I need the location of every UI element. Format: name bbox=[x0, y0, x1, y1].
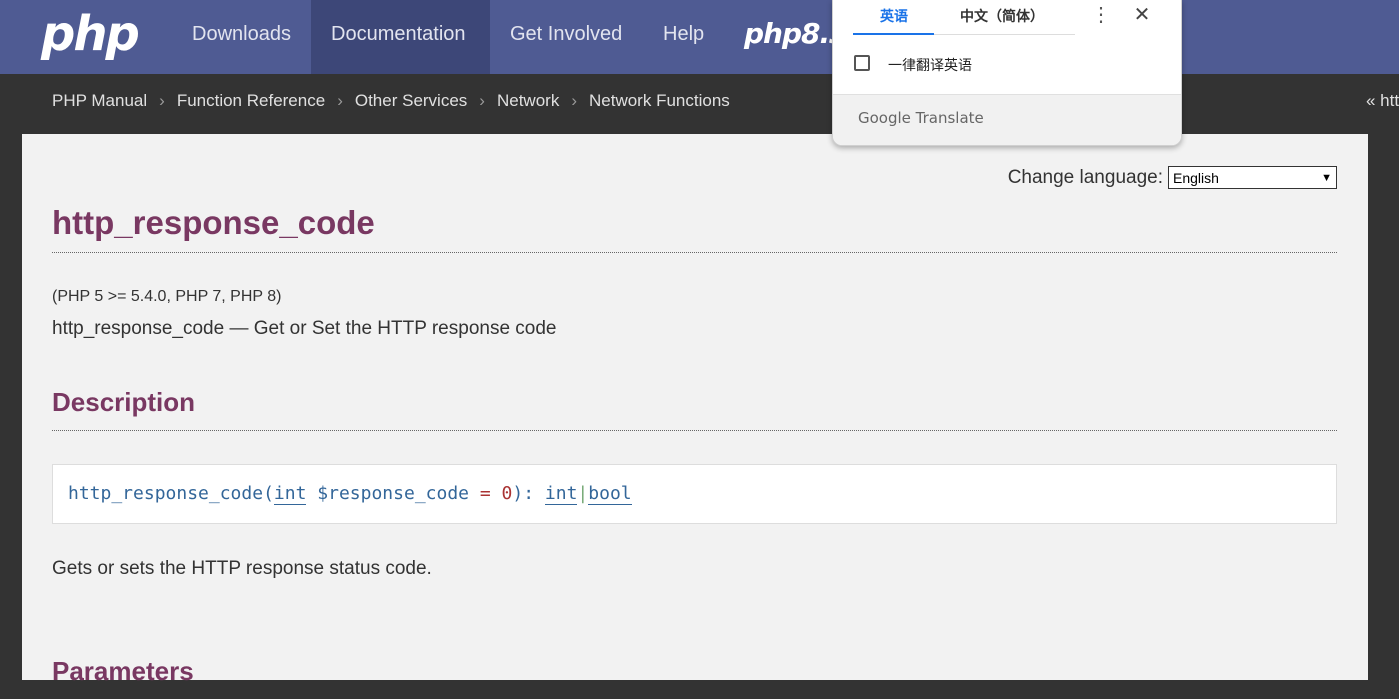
chevron-down-icon: ▼ bbox=[1321, 171, 1332, 184]
description-heading: Description bbox=[52, 387, 1337, 431]
always-translate-checkbox[interactable] bbox=[854, 55, 870, 71]
main-content: Change language: English ▼ http_response… bbox=[22, 134, 1368, 686]
breadcrumb: PHP Manual › Function Reference › Other Serv… bbox=[52, 91, 730, 111]
breadcrumb-separator: › bbox=[159, 91, 165, 110]
active-tab-underline bbox=[853, 33, 934, 35]
signature-param-name: $response_code bbox=[317, 483, 469, 504]
tab-divider bbox=[934, 34, 1075, 35]
translate-tab-target[interactable]: 中文（简体） bbox=[960, 6, 1044, 26]
signature-function-name: http_response_code bbox=[68, 483, 264, 504]
always-translate-label: 一律翻译英语 bbox=[888, 58, 972, 74]
breadcrumb-separator: › bbox=[337, 91, 343, 110]
breadcrumb-other-services[interactable]: Other Services bbox=[355, 91, 467, 110]
language-selector-row: Change language: English ▼ bbox=[1008, 166, 1337, 189]
breadcrumb-function-reference[interactable]: Function Reference bbox=[177, 91, 325, 110]
top-navigation: php Downloads Documentation Get Involved… bbox=[0, 0, 1399, 74]
signature-paren-close: ): bbox=[512, 483, 535, 504]
signature-return-type-bool[interactable]: bool bbox=[588, 483, 632, 505]
ref-purpose: http_response_code — Get or Set the HTTP… bbox=[52, 318, 557, 339]
breadcrumb-separator: › bbox=[571, 91, 577, 110]
prev-page-link[interactable]: « htt bbox=[1366, 91, 1399, 111]
signature-equals: = bbox=[479, 483, 491, 504]
signature-paren-open: ( bbox=[263, 483, 274, 504]
language-select[interactable]: English ▼ bbox=[1168, 166, 1337, 189]
signature-param-type[interactable]: int bbox=[273, 483, 307, 505]
close-icon[interactable]: ✕ bbox=[1132, 3, 1152, 27]
change-language-label: Change language: bbox=[1007, 166, 1163, 188]
breadcrumb-bar: PHP Manual › Function Reference › Other Serv… bbox=[0, 74, 1399, 134]
version-info: (PHP 5 >= 5.4.0, PHP 7, PHP 8) bbox=[52, 288, 282, 305]
parameters-heading: Parameters bbox=[52, 656, 194, 686]
description-text: Gets or sets the HTTP response status co… bbox=[52, 558, 432, 579]
method-signature: http_response_code(int $response_code = … bbox=[52, 464, 1337, 524]
php-logo[interactable]: php bbox=[41, 6, 140, 62]
language-select-value: English bbox=[1173, 169, 1219, 186]
page-title: http_response_code bbox=[52, 204, 1337, 253]
nav-get-involved[interactable]: Get Involved bbox=[490, 0, 642, 74]
nav-help[interactable]: Help bbox=[643, 0, 724, 74]
breadcrumb-php-manual[interactable]: PHP Manual bbox=[52, 91, 147, 110]
translate-popup: 英语 中文（简体） ⋮ ✕ 一律翻译英语 Google Translate bbox=[832, 0, 1182, 146]
translate-tab-source[interactable]: 英语 bbox=[880, 6, 908, 26]
breadcrumb-network[interactable]: Network bbox=[497, 91, 559, 110]
nav-downloads[interactable]: Downloads bbox=[172, 0, 311, 74]
more-options-icon[interactable]: ⋮ bbox=[1091, 2, 1111, 28]
signature-return-type-int[interactable]: int bbox=[544, 483, 578, 505]
google-translate-brand: Google Translate bbox=[858, 109, 984, 127]
signature-union-pipe: | bbox=[577, 483, 589, 504]
nav-documentation[interactable]: Documentation bbox=[311, 0, 490, 74]
breadcrumb-network-functions[interactable]: Network Functions bbox=[589, 91, 730, 110]
signature-default-value: 0 bbox=[501, 483, 513, 504]
breadcrumb-separator: › bbox=[479, 91, 485, 110]
translate-footer: Google Translate bbox=[833, 94, 1181, 145]
